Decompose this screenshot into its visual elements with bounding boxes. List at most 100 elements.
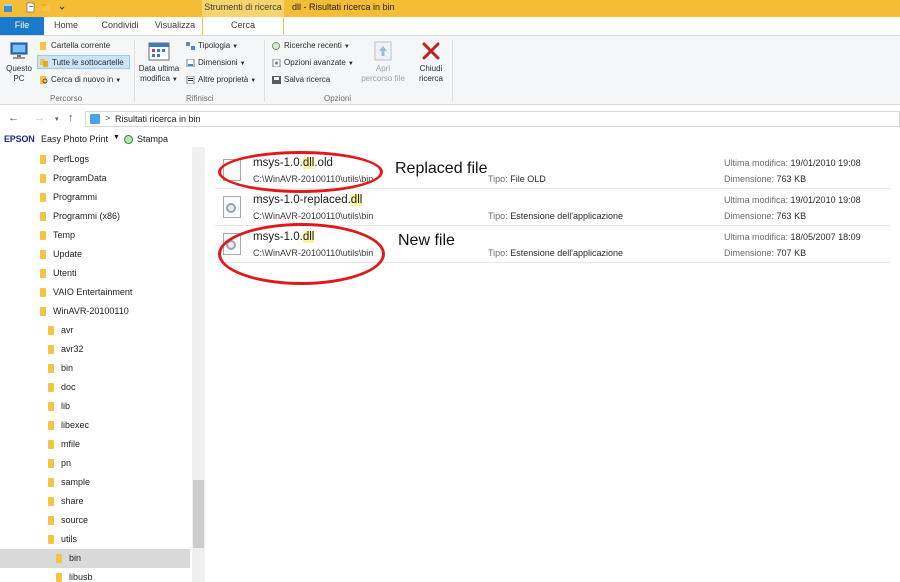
annotation-replaced-file: Replaced file [395,160,488,177]
sidebar-item-folder[interactable]: mfile [0,435,190,454]
file-size-value: 763 KB [776,174,807,184]
new-folder-icon[interactable] [41,2,51,13]
group-label-path: Percorso [50,94,83,103]
sidebar-item-folder[interactable]: Temp [0,226,190,245]
sidebar-item-label: libusb [69,572,93,582]
kind-label: Tipologia [198,41,231,50]
open-location-icon [374,41,392,61]
group-label-refine: Rifinisci [186,94,214,103]
breadcrumb-separator[interactable]: > [105,113,110,123]
date-modified-button[interactable]: Data ultima modifica ▼ [136,40,182,85]
sidebar-item-folder[interactable]: avr [0,321,190,340]
forward-arrow-icon[interactable]: → [34,112,45,124]
close-search-button[interactable]: Chiudi ricerca [412,40,450,84]
annotation-new-file: New file [398,232,455,249]
computer-icon [10,42,28,59]
all-subfolders-button[interactable]: Tutte le sottocartelle [37,55,130,69]
tab-view[interactable]: Visualizza [150,17,200,35]
other-properties-button[interactable]: Altre proprietà ▼ [184,73,256,87]
sidebar-item-folder[interactable]: VAIO Entertainment [0,283,190,302]
sidebar-item-folder[interactable]: lib [0,397,190,416]
advanced-options-label: Opzioni avanzate [284,58,346,67]
date-modified-label-2: modifica [140,74,170,83]
advanced-options-button[interactable]: Opzioni avanzate ▼ [270,56,354,70]
folder-icon [40,288,46,297]
sidebar-item-folder[interactable]: share [0,492,190,511]
size-icon [186,59,195,67]
search-again-icon [40,76,48,84]
sidebar-item-folder[interactable]: Utenti [0,264,190,283]
recent-searches-button[interactable]: Ricerche recenti ▼ [270,39,350,53]
calendar-icon [148,42,170,61]
sidebar-item-folder[interactable]: bin [0,359,190,378]
sidebar-item-label: doc [61,382,76,392]
sidebar-item-folder[interactable]: utils [0,530,190,549]
folder-icon [48,535,54,544]
folder-icon [40,269,46,278]
annotation-circle-replaced [218,151,383,193]
chevron-down-icon: ▼ [343,44,350,50]
sidebar-item-folder[interactable]: avr32 [0,340,190,359]
print-button[interactable]: Stampa [137,134,168,144]
sidebar-item-label: Temp [53,230,76,240]
sidebar-item-folder[interactable]: Programmi (x86) [0,207,190,226]
sidebar-item-folder[interactable]: libexec [0,416,190,435]
file-type-key: Tipo: [488,248,508,258]
folder-icon [40,42,46,50]
explorer-icon [4,4,12,12]
result-row[interactable]: msys-1.0-replaced.dll C:\WinAVR-20100110\… [215,190,891,226]
properties-icon[interactable] [26,2,36,13]
this-pc-button[interactable]: Questo PC [3,40,35,84]
search-results: msys-1.0.dll.old C:\WinAVR-20100110\utils… [205,147,900,582]
date-modified-key: Ultima modifica: [724,158,789,168]
date-modified: Ultima modifica: 19/01/2010 19:08 [724,195,861,205]
kind-button[interactable]: Tipologia ▼ [184,39,238,53]
sidebar-item-folder[interactable]: Programmi [0,188,190,207]
back-arrow-icon[interactable]: ← [8,112,19,124]
group-separator [452,40,453,102]
sidebar-item-folder[interactable]: PerfLogs [0,150,190,169]
file-name[interactable]: msys-1.0-replaced.dll [253,194,363,206]
sidebar-item-label: VAIO Entertainment [53,287,133,297]
file-size: Dimensione: 707 KB [724,248,806,258]
folder-icon [48,440,54,449]
sidebar-item-folder[interactable]: WinAVR-20100110 [0,302,190,321]
sidebar-item-folder[interactable]: libusb [0,568,190,582]
date-modified: Ultima modifica: 19/01/2010 19:08 [724,158,861,168]
chevron-down-icon: ▼ [115,78,122,84]
tab-search[interactable]: Cerca [202,17,284,35]
tab-file[interactable]: File [0,17,44,35]
save-search-button[interactable]: Salva ricerca [270,73,330,87]
sidebar-item-folder[interactable]: Update [0,245,190,264]
folder-icon [40,155,46,164]
date-modified-value: 19/01/2010 19:08 [790,158,861,168]
save-icon [272,76,281,84]
open-file-location-button[interactable]: Apri percorso file [357,40,409,84]
sidebar-item-folder[interactable]: sample [0,473,190,492]
recent-locations-icon[interactable]: ▾ [55,115,59,123]
search-again-button[interactable]: Cerca di nuovo in ▼ [37,73,121,87]
qat-dropdown-icon[interactable] [57,2,67,13]
scrollbar[interactable] [192,147,205,582]
chevron-down-icon[interactable]: ▼ [113,134,120,141]
current-folder-button[interactable]: Cartella corrente [37,39,110,53]
file-size-key: Dimensione: [724,174,775,184]
address-bar[interactable]: > Risultati ricerca in bin [85,111,900,127]
file-name-prefix: msys-1.0-replaced. [253,194,351,206]
sidebar-item-folder[interactable]: ProgramData [0,169,190,188]
breadcrumb[interactable]: Risultati ricerca in bin [115,114,201,124]
tab-share[interactable]: Condividi [90,17,150,35]
size-button[interactable]: Dimensioni ▼ [184,56,246,70]
sidebar-item-folder[interactable]: bin [0,549,190,568]
scrollbar-thumb[interactable] [193,480,204,548]
file-type-value: Estensione dell'applicazione [510,248,623,258]
sidebar-item-label: bin [61,363,74,373]
recent-searches-label: Ricerche recenti [284,41,342,50]
sidebar-item-folder[interactable]: doc [0,378,190,397]
sidebar-item-folder[interactable]: pn [0,454,190,473]
save-search-label: Salva ricerca [284,75,331,84]
tab-home[interactable]: Home [44,17,88,35]
up-arrow-icon[interactable]: ↑ [68,112,74,124]
easy-photo-print-button[interactable]: Easy Photo Print [41,134,108,144]
sidebar-item-folder[interactable]: source [0,511,190,530]
